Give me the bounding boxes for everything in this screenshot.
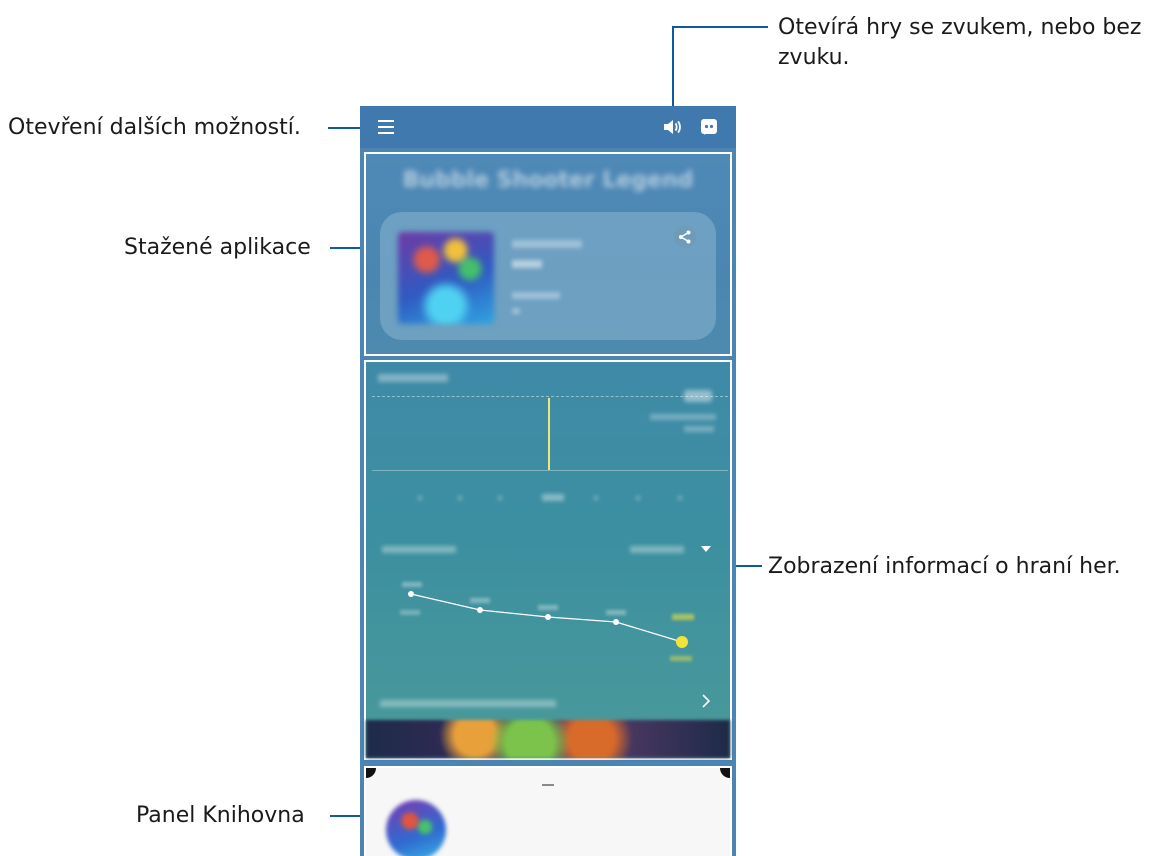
volume-icon[interactable] — [662, 118, 682, 136]
game-info-section[interactable] — [364, 360, 732, 760]
day-marker — [418, 496, 422, 500]
downloaded-apps-section[interactable]: Bubble Shooter Legend — [364, 152, 732, 356]
day-marker — [636, 496, 640, 500]
blurred-text-line — [512, 308, 520, 314]
library-leader — [330, 815, 362, 817]
menu-icon[interactable] — [378, 120, 394, 134]
blurred-text-line — [512, 292, 560, 299]
share-icon[interactable] — [674, 226, 696, 248]
average-line — [372, 396, 728, 397]
blurred-text-line — [380, 700, 556, 707]
game-title-blurred: Bubble Shooter Legend — [402, 168, 694, 193]
day-marker — [594, 496, 598, 500]
blurred-text-line — [512, 240, 582, 248]
trend-point — [613, 619, 619, 625]
day-marker — [678, 496, 682, 500]
blurred-point-label — [400, 610, 420, 615]
trend-point-highlight — [676, 636, 688, 648]
trend-point — [408, 591, 414, 597]
drag-handle[interactable] — [542, 784, 554, 786]
blurred-text-line — [684, 426, 714, 432]
downloaded-apps-callout: Stažené aplikace — [124, 235, 311, 260]
game-launcher-screen: Bubble Shooter Legend — [360, 106, 736, 856]
blurred-text-line — [378, 374, 448, 382]
blurred-point-label — [670, 656, 692, 661]
panel-corner — [366, 768, 376, 778]
library-callout: Panel Knihovna — [136, 803, 305, 828]
blurred-point-label — [470, 598, 490, 603]
sound-callout-line2: zvuku. — [778, 45, 850, 70]
game-thumbnail[interactable] — [398, 232, 494, 324]
top-bar — [360, 106, 736, 148]
game-card[interactable] — [380, 212, 716, 340]
discord-icon[interactable] — [700, 118, 718, 136]
blurred-text-line — [512, 260, 542, 268]
sound-callout-line1: Otevírá hry se zvukem, nebo bez — [778, 15, 1142, 40]
blurred-text-line — [650, 414, 716, 420]
day-marker — [542, 494, 564, 501]
trend-point — [477, 607, 483, 613]
play-time-bar — [548, 398, 550, 470]
chevron-right-icon[interactable] — [702, 694, 710, 708]
game-info-callout: Zobrazení informací o hraní her. — [768, 554, 1121, 579]
info-leader — [736, 565, 762, 567]
panel-corner — [720, 768, 730, 778]
blurred-point-label — [672, 614, 694, 620]
day-marker — [498, 496, 502, 500]
video-thumbnail-strip[interactable] — [366, 720, 730, 758]
apps-leader — [330, 247, 362, 249]
trend-point — [545, 614, 551, 620]
blurred-point-label — [402, 582, 422, 587]
blurred-point-label — [538, 605, 558, 610]
library-game-thumbnail[interactable] — [386, 800, 446, 856]
menu-callout: Otevření dalších možností. — [8, 115, 301, 140]
blurred-point-label — [606, 610, 626, 615]
day-marker — [458, 496, 462, 500]
sound-leader-horizontal — [672, 26, 768, 28]
trend-line-chart — [400, 582, 694, 661]
chart-baseline — [372, 470, 728, 471]
blurred-badge — [684, 390, 712, 402]
library-panel[interactable] — [364, 766, 732, 856]
